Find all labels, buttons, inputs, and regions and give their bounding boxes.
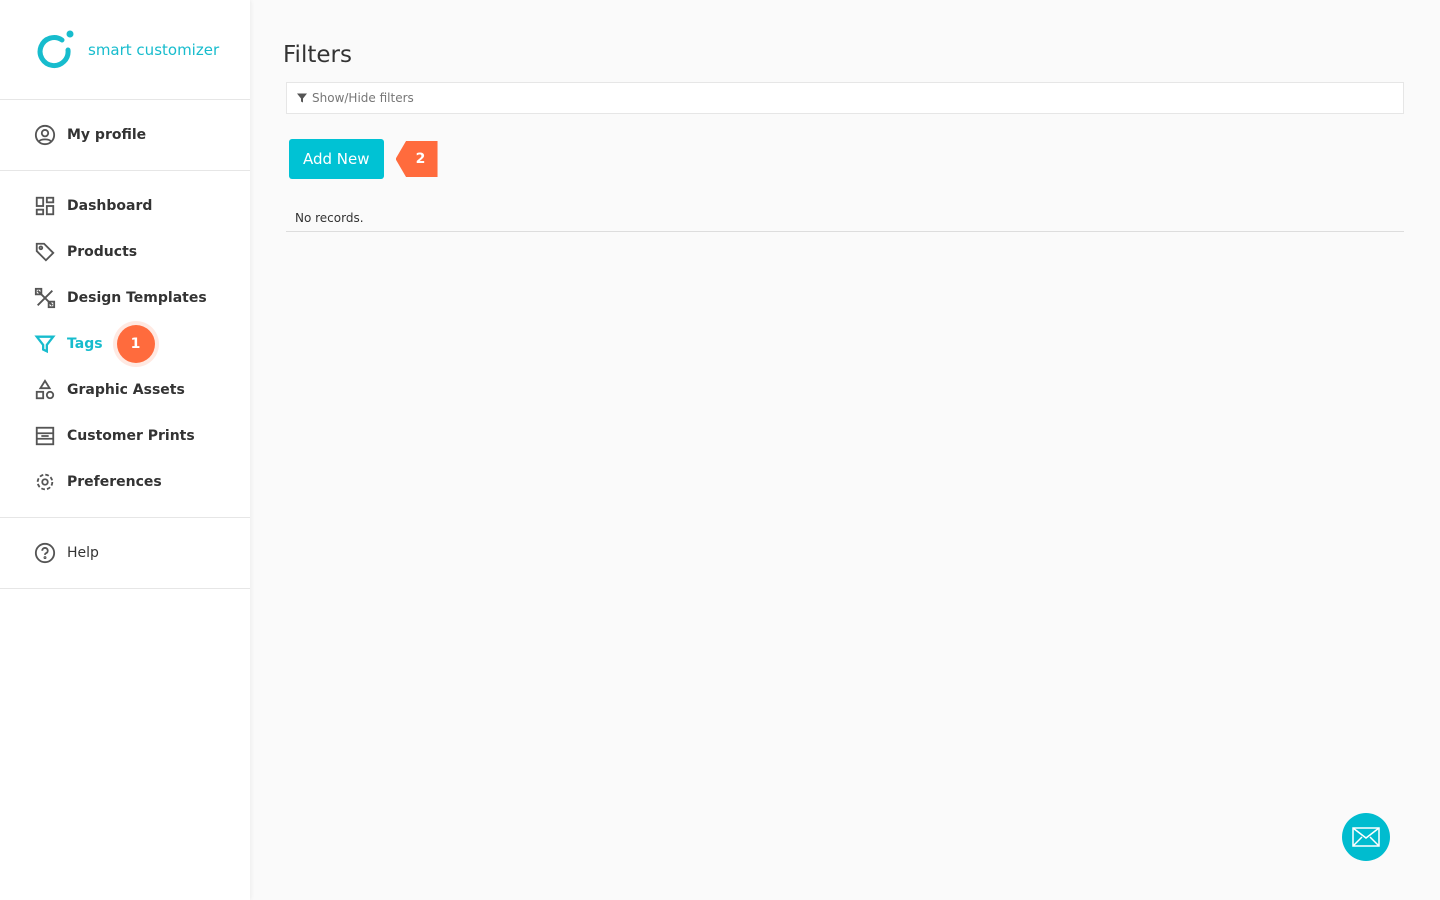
brand-name: smart customizer [88,40,220,59]
question-circle-icon [34,542,56,564]
sidebar-item-products[interactable]: Products [0,229,250,275]
main-content: Filters Show/Hide filters Add New 2 No r… [283,0,1404,232]
logo-icon [37,30,74,68]
filter-toggle-label: Show/Hide filters [312,91,414,105]
step-badge: 2 [395,141,438,177]
dashboard-icon [35,196,55,216]
tools-icon [34,287,56,309]
sidebar-item-customer-prints[interactable]: Customer Prints [0,413,250,459]
sidebar-item-dashboard[interactable]: Dashboard [0,183,250,229]
prints-icon [35,426,55,446]
tag-icon [35,242,55,262]
sidebar-item-help[interactable]: Help [0,530,250,576]
sidebar-item-preferences[interactable]: Preferences [0,459,250,505]
sidebar-item-tags[interactable]: Tags 1 [0,321,250,367]
sidebar-item-label: Graphic Assets [67,382,185,398]
user-circle-icon [34,124,56,146]
sidebar-item-graphic-assets[interactable]: Graphic Assets [0,367,250,413]
page-title: Filters [283,42,352,68]
empty-state: No records. [286,205,1404,232]
sidebar-item-label: Customer Prints [67,428,195,444]
add-new-button[interactable]: Add New [289,139,384,179]
logo[interactable]: smart customizer [0,0,250,100]
sidebar-item-design-templates[interactable]: Design Templates [0,275,250,321]
sidebar-item-label: Design Templates [67,290,207,306]
step-badge: 1 [116,325,155,363]
shapes-icon [35,379,55,400]
chat-button[interactable] [1342,813,1390,861]
mail-icon [1352,827,1380,847]
sidebar-item-label: Preferences [67,474,162,490]
sidebar: smart customizer My profile Dashboard Pr… [0,0,250,900]
show-hide-filters-toggle[interactable]: Show/Hide filters [286,82,1404,114]
filter-icon [297,93,307,103]
gear-icon [36,473,54,491]
sidebar-item-my-profile[interactable]: My profile [0,112,250,158]
sidebar-item-label: My profile [67,127,147,143]
sidebar-item-label: Products [67,244,138,260]
sidebar-item-label: Tags [67,336,103,352]
filter-icon [34,335,56,354]
sidebar-item-label: Dashboard [67,198,153,214]
sidebar-item-label: Help [67,545,99,561]
